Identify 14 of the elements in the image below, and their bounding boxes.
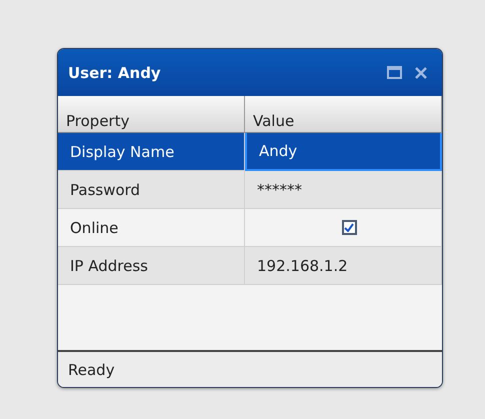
column-header[interactable]: Value <box>245 96 442 133</box>
property-cell[interactable]: Display Name <box>58 133 245 171</box>
maximize-icon[interactable] <box>387 66 402 79</box>
close-icon[interactable] <box>414 66 428 80</box>
value-cell[interactable]: ****** <box>245 171 442 209</box>
status-bar: Ready <box>58 350 442 387</box>
window-title: User: Andy <box>68 64 162 82</box>
property-cell[interactable]: Online <box>58 209 245 247</box>
property-cell[interactable]: IP Address <box>58 247 245 285</box>
checkbox[interactable] <box>342 220 356 235</box>
property-cell[interactable]: Password <box>58 171 245 209</box>
column-header[interactable]: Property <box>58 96 245 133</box>
value-cell[interactable]: 192.168.1.2 <box>245 247 442 285</box>
value-cell[interactable]: Andy <box>245 133 442 171</box>
